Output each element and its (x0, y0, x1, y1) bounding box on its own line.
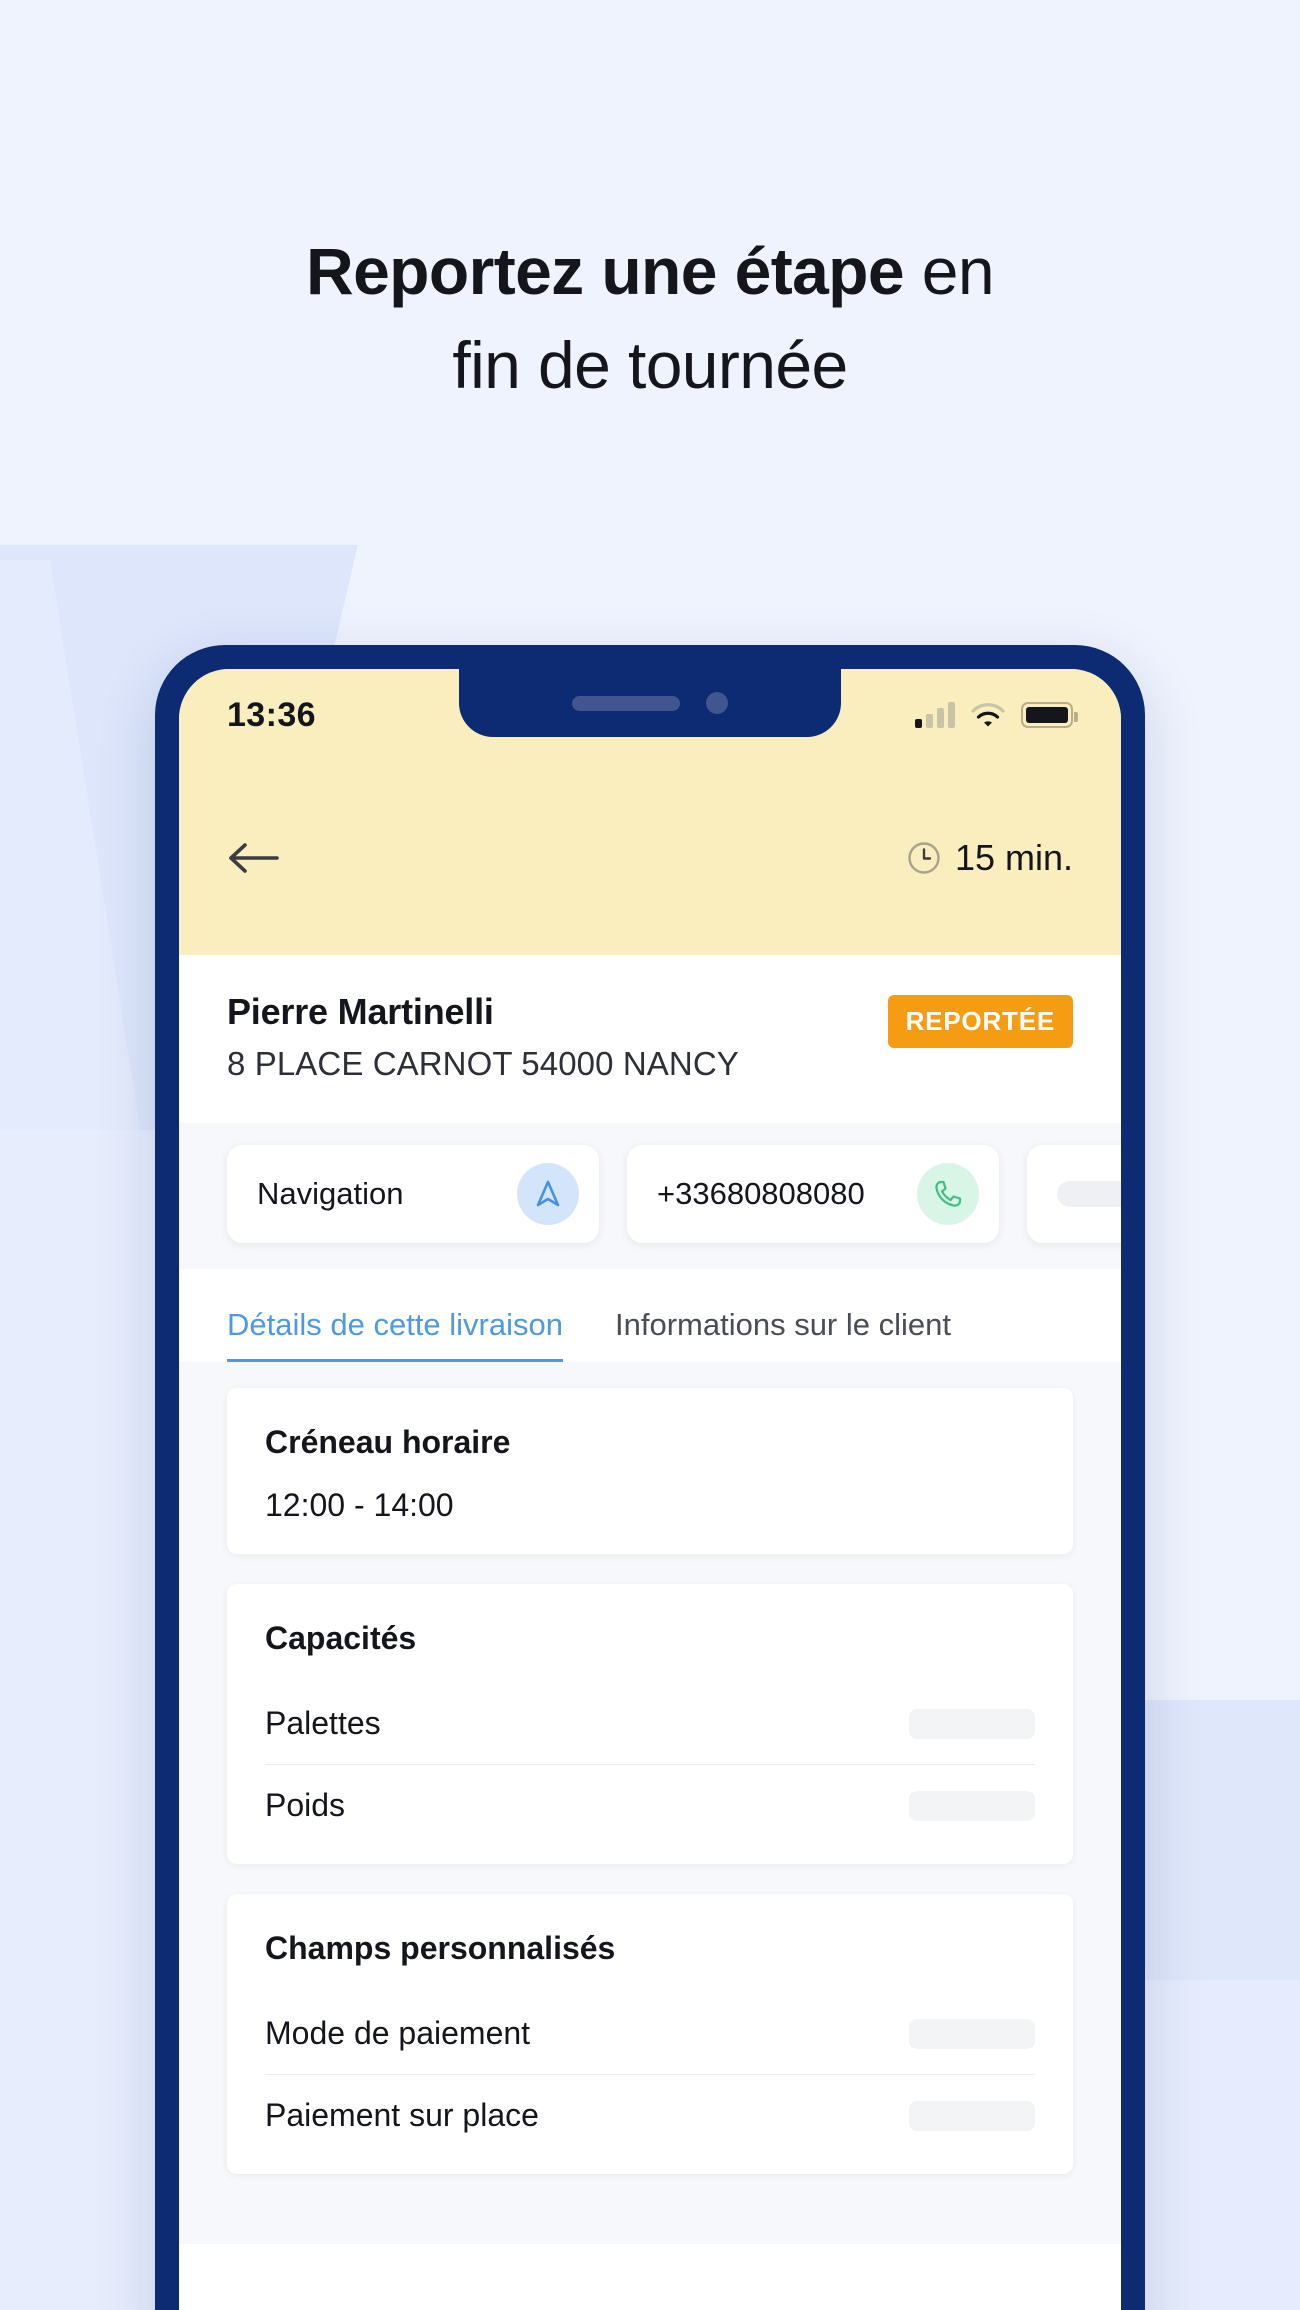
table-row: Palettes (265, 1683, 1035, 1765)
card-custom-fields-title: Champs personnalisés (265, 1930, 616, 1966)
page-title-emphasis: Reportez une étape (306, 234, 905, 308)
row-label-payment-method: Mode de paiement (265, 2015, 531, 2051)
additional-action-card[interactable] (1027, 1145, 1121, 1243)
eta-indicator: 15 min. (907, 837, 1073, 879)
status-badge: REPORTÉE (887, 995, 1073, 1048)
row-label-poids: Poids (265, 1787, 346, 1823)
phone-icon (917, 1163, 979, 1225)
phone-notch (459, 669, 841, 737)
card-time-slot-title: Créneau horaire (265, 1424, 511, 1460)
row-value-placeholder-skeleton (909, 1708, 1035, 1739)
action-placeholder-skeleton (1057, 1181, 1121, 1207)
row-value-placeholder-skeleton (909, 2100, 1035, 2131)
battery-icon (1021, 702, 1078, 728)
app-header-bar: 15 min. (179, 761, 1121, 955)
status-time: 13:36 (227, 695, 316, 734)
navigation-action-label: Navigation (257, 1176, 404, 1211)
page-title-line-2: fin de tournée (452, 328, 848, 402)
quick-actions-row[interactable]: Navigation +33680808080 (179, 1123, 1121, 1269)
detail-tabs[interactable]: Détails de cette livraison Informations … (179, 1269, 1121, 1362)
phone-screen: 13:36 15 min. Pierre Martinelli 8 PLACE … (179, 669, 1121, 2310)
card-capacities-title: Capacités (265, 1620, 417, 1656)
eta-label: 15 min. (954, 837, 1073, 878)
customer-summary: Pierre Martinelli 8 PLACE CARNOT 54000 N… (179, 955, 1121, 1123)
navigation-arrow-icon (517, 1163, 579, 1225)
page-title: Reportez une étape en fin de tournée (0, 238, 1300, 426)
tab-delivery-details[interactable]: Détails de cette livraison (227, 1307, 563, 1362)
front-camera-icon (706, 692, 728, 714)
page-title-line-1: Reportez une étape en (0, 238, 1300, 304)
table-row: Mode de paiement (265, 1993, 1035, 2075)
row-label-palettes: Palettes (265, 1705, 381, 1741)
phone-action-label: +33680808080 (657, 1176, 865, 1211)
row-label-payment-onsite: Paiement sur place (265, 2097, 539, 2133)
signal-bars-icon (915, 702, 955, 728)
customer-text-block: Pierre Martinelli 8 PLACE CARNOT 54000 N… (227, 991, 739, 1083)
card-time-slot: Créneau horaire 12:00 - 14:00 (227, 1388, 1073, 1554)
card-time-slot-value: 12:00 - 14:00 (265, 1487, 454, 1523)
table-row: Paiement sur place (265, 2075, 1035, 2144)
back-arrow-icon[interactable] (227, 838, 281, 878)
card-capacities: Capacités Palettes Poids (227, 1584, 1073, 1864)
customer-address: 8 PLACE CARNOT 54000 NANCY (227, 1045, 739, 1082)
status-icon-group (915, 702, 1078, 728)
navigation-action-card[interactable]: Navigation (227, 1145, 599, 1243)
phone-mockup-frame: 13:36 15 min. Pierre Martinelli 8 PLACE … (155, 645, 1145, 2310)
earpiece-speaker-icon (572, 695, 680, 711)
battery-level-fill (1026, 707, 1068, 723)
wifi-icon (971, 703, 1005, 727)
page-title-line-1-tail: en (904, 234, 995, 308)
tab-client-info[interactable]: Informations sur le client (615, 1307, 951, 1362)
tab-content-panel: Créneau horaire 12:00 - 14:00 Capacités … (179, 1362, 1121, 2244)
customer-name: Pierre Martinelli (227, 991, 494, 1032)
row-value-placeholder-skeleton (909, 1790, 1035, 1821)
table-row: Poids (265, 1765, 1035, 1834)
row-value-placeholder-skeleton (909, 2018, 1035, 2049)
phone-action-card[interactable]: +33680808080 (627, 1145, 999, 1243)
clock-icon (908, 842, 940, 874)
card-custom-fields: Champs personnalisés Mode de paiement Pa… (227, 1894, 1073, 2174)
